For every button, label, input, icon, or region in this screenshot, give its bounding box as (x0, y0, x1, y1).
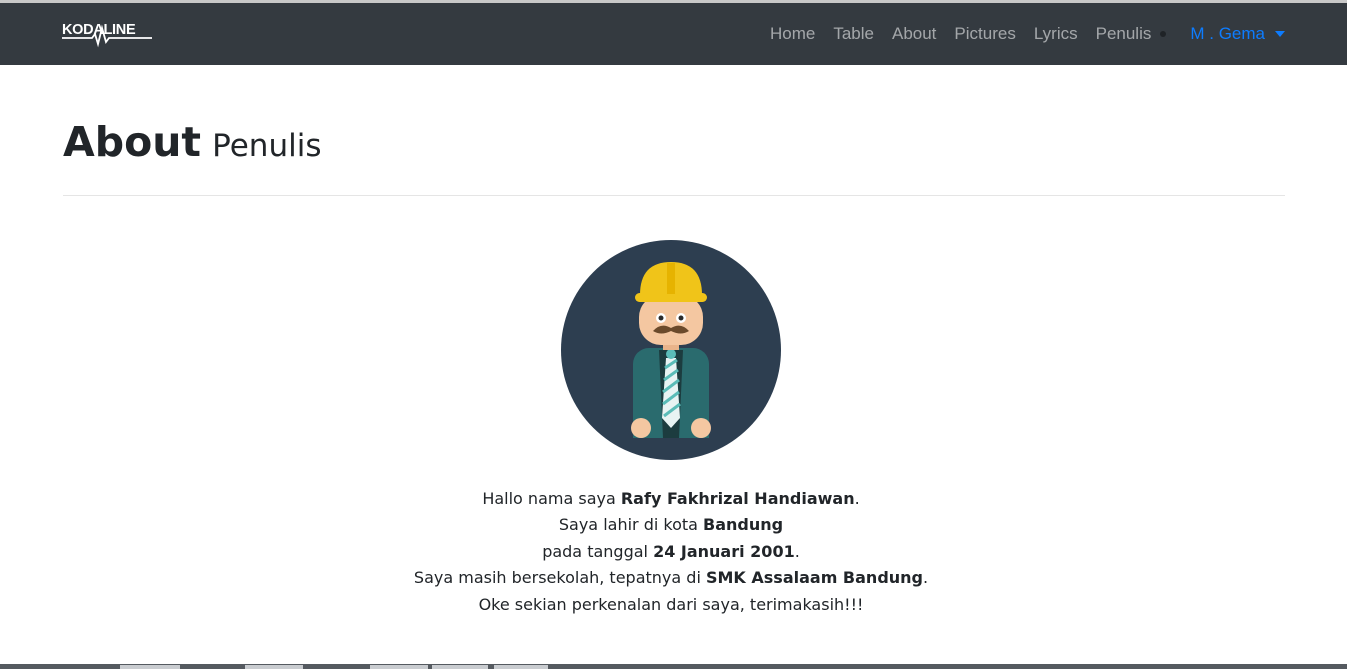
bio-line-date: pada tanggal 24 Januari 2001. (300, 539, 1042, 565)
nav-link-about[interactable]: About (883, 24, 945, 44)
user-dropdown-toggle[interactable]: M . Gema (1170, 24, 1285, 44)
school-name: SMK Assalaam Bandung (705, 568, 923, 588)
caret-down-icon (1275, 31, 1285, 37)
construction-worker-avatar-icon (561, 240, 781, 460)
os-taskbar (0, 664, 1347, 669)
bio-text: Saya masih bersekolah, tepatnya di (413, 568, 706, 588)
page-header: About Penulis (63, 118, 1285, 166)
taskbar-item[interactable] (120, 665, 180, 669)
taskbar-item[interactable] (432, 665, 488, 669)
navbar: KODALINE Home Table About Pictures Lyric… (0, 3, 1347, 65)
nav-link-home[interactable]: Home (761, 24, 824, 44)
birth-date: 24 Januari 2001 (653, 541, 795, 561)
bio-text: . (854, 489, 860, 508)
user-name: M . Gema (1190, 24, 1265, 43)
author-name: Rafy Fakhrizal Handiawan (620, 489, 855, 508)
nav-link-table[interactable]: Table (824, 24, 883, 44)
nav-link-lyrics[interactable]: Lyrics (1025, 24, 1087, 44)
page-subtitle: Penulis (212, 128, 322, 164)
bio-text: . (923, 568, 929, 588)
taskbar-item[interactable] (245, 665, 303, 669)
nav-link-penulis[interactable]: Penulis (1087, 24, 1161, 44)
nav-links: Home Table About Pictures Lyrics Penulis… (761, 3, 1285, 65)
bio-text: Saya lahir di kota (558, 515, 704, 535)
author-avatar (561, 240, 781, 460)
birth-city: Bandung (703, 515, 784, 535)
bio-text: Hallo nama saya (482, 489, 621, 508)
page-title: About (63, 118, 202, 166)
bio-text: pada tanggal (542, 541, 654, 561)
bio-line-closing: Oke sekian perkenalan dari saya, terimak… (478, 594, 864, 614)
kodaline-logo-icon: KODALINE (62, 22, 152, 48)
brand-logo-text: KODALINE (62, 22, 136, 38)
bio-line-name: Hallo nama saya Rafy Fakhrizal Handiawan… (300, 486, 1042, 512)
nav-separator-dot (1160, 31, 1167, 37)
header-divider (63, 195, 1285, 196)
author-bio: Hallo nama saya Rafy Fakhrizal Handiawan… (300, 486, 1042, 618)
taskbar-item[interactable] (370, 665, 428, 669)
brand-logo[interactable]: KODALINE (62, 18, 154, 52)
bio-line-city: Saya lahir di kota Bandung (300, 512, 1042, 538)
bio-text: . (794, 541, 800, 561)
taskbar-item[interactable] (494, 665, 548, 669)
nav-link-pictures[interactable]: Pictures (945, 24, 1024, 44)
bio-line-school: Saya masih bersekolah, tepatnya di SMK A… (300, 565, 1042, 591)
